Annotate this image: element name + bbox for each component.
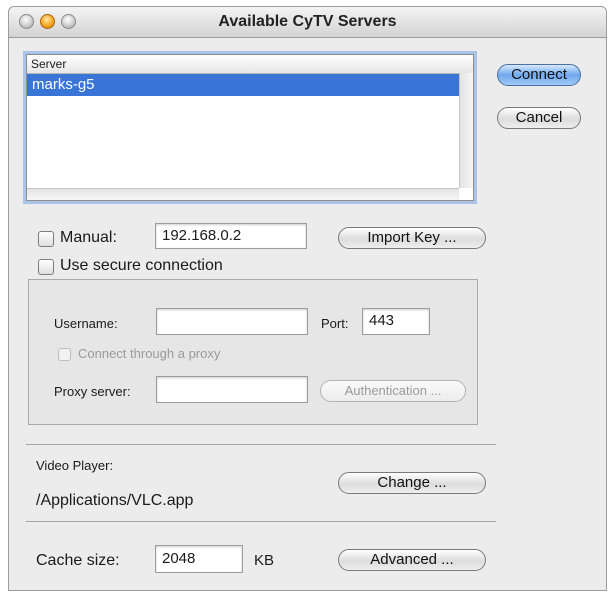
server-column-header[interactable]: Server [27,55,473,74]
window-title: Available CyTV Servers [218,13,397,30]
cache-size-label: Cache size: [36,552,120,569]
username-label: Username: [54,316,118,331]
manual-label: Manual: [60,229,117,246]
video-player-label: Video Player: [36,458,114,473]
separator-video [26,444,496,445]
username-field[interactable] [156,308,308,335]
port-field[interactable]: 443 [362,308,430,335]
server-list[interactable]: Server marks-g5 [26,54,474,201]
proxy-checkbox-label: Connect through a proxy [78,346,221,361]
proxy-checkbox[interactable] [58,348,71,361]
cancel-button[interactable]: Cancel [497,107,581,129]
advanced-button[interactable]: Advanced ... [338,549,486,571]
cache-size-unit: KB [254,552,275,569]
vertical-scrollbar[interactable] [459,73,473,188]
manual-address-field[interactable]: 192.168.0.2 [155,223,307,249]
import-key-button[interactable]: Import Key ... [338,227,486,249]
proxy-server-label: Proxy server: [54,384,131,399]
authentication-button[interactable]: Authentication ... [320,380,466,402]
separator-cache [26,521,496,522]
horizontal-scrollbar[interactable] [27,188,459,200]
title-bar[interactable]: Available CyTV Servers [9,7,606,38]
video-player-path: /Applications/VLC.app [36,492,194,509]
connect-button[interactable]: Connect [497,64,581,86]
server-row-selected[interactable]: marks-g5 [27,74,459,96]
proxy-server-field[interactable] [156,376,308,403]
port-label: Port: [321,316,349,331]
manual-checkbox[interactable] [38,231,54,247]
change-player-button[interactable]: Change ... [338,472,486,494]
secure-connection-label: Use secure connection [60,257,223,274]
secure-connection-checkbox[interactable] [38,259,54,275]
cache-size-field[interactable]: 2048 [155,545,243,573]
